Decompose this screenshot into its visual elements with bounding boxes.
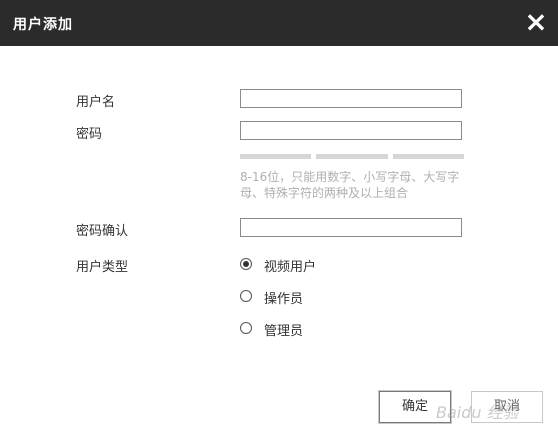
username-input[interactable] — [240, 89, 462, 108]
password-strength-bar-weak — [240, 154, 311, 159]
radio-unchecked-icon[interactable] — [240, 322, 252, 334]
password-input[interactable] — [240, 121, 462, 140]
password-label: 密码 — [76, 127, 103, 142]
radio-label-administrator: 管理员 — [264, 324, 304, 339]
user-type-label: 用户类型 — [76, 260, 129, 275]
radio-unchecked-icon[interactable] — [240, 290, 252, 302]
radio-checked-icon[interactable] — [240, 258, 252, 270]
username-label: 用户名 — [76, 95, 116, 110]
radio-label-video-user: 视频用户 — [264, 260, 317, 275]
confirm-password-label: 密码确认 — [76, 224, 129, 239]
radio-label-operator: 操作员 — [264, 292, 304, 307]
dialog-title: 用户添加 — [13, 17, 73, 33]
confirm-password-input[interactable] — [240, 218, 462, 237]
title-bar: 用户添加 × — [0, 0, 558, 46]
password-hint: 8-16位，只能用数字、小写字母、大写字母、特殊字符的两种及以上组合 — [240, 170, 460, 200]
password-strength-bar-strong — [393, 154, 464, 159]
baidu-watermark: Baidu 经验 — [436, 403, 519, 422]
user-add-dialog: 用户添加 × 用户名 密码 8-16位，只能用数字、小写字母、大写字母、特殊字符… — [0, 0, 558, 435]
close-icon[interactable]: × — [521, 8, 551, 38]
password-strength-bar-medium — [316, 154, 388, 159]
